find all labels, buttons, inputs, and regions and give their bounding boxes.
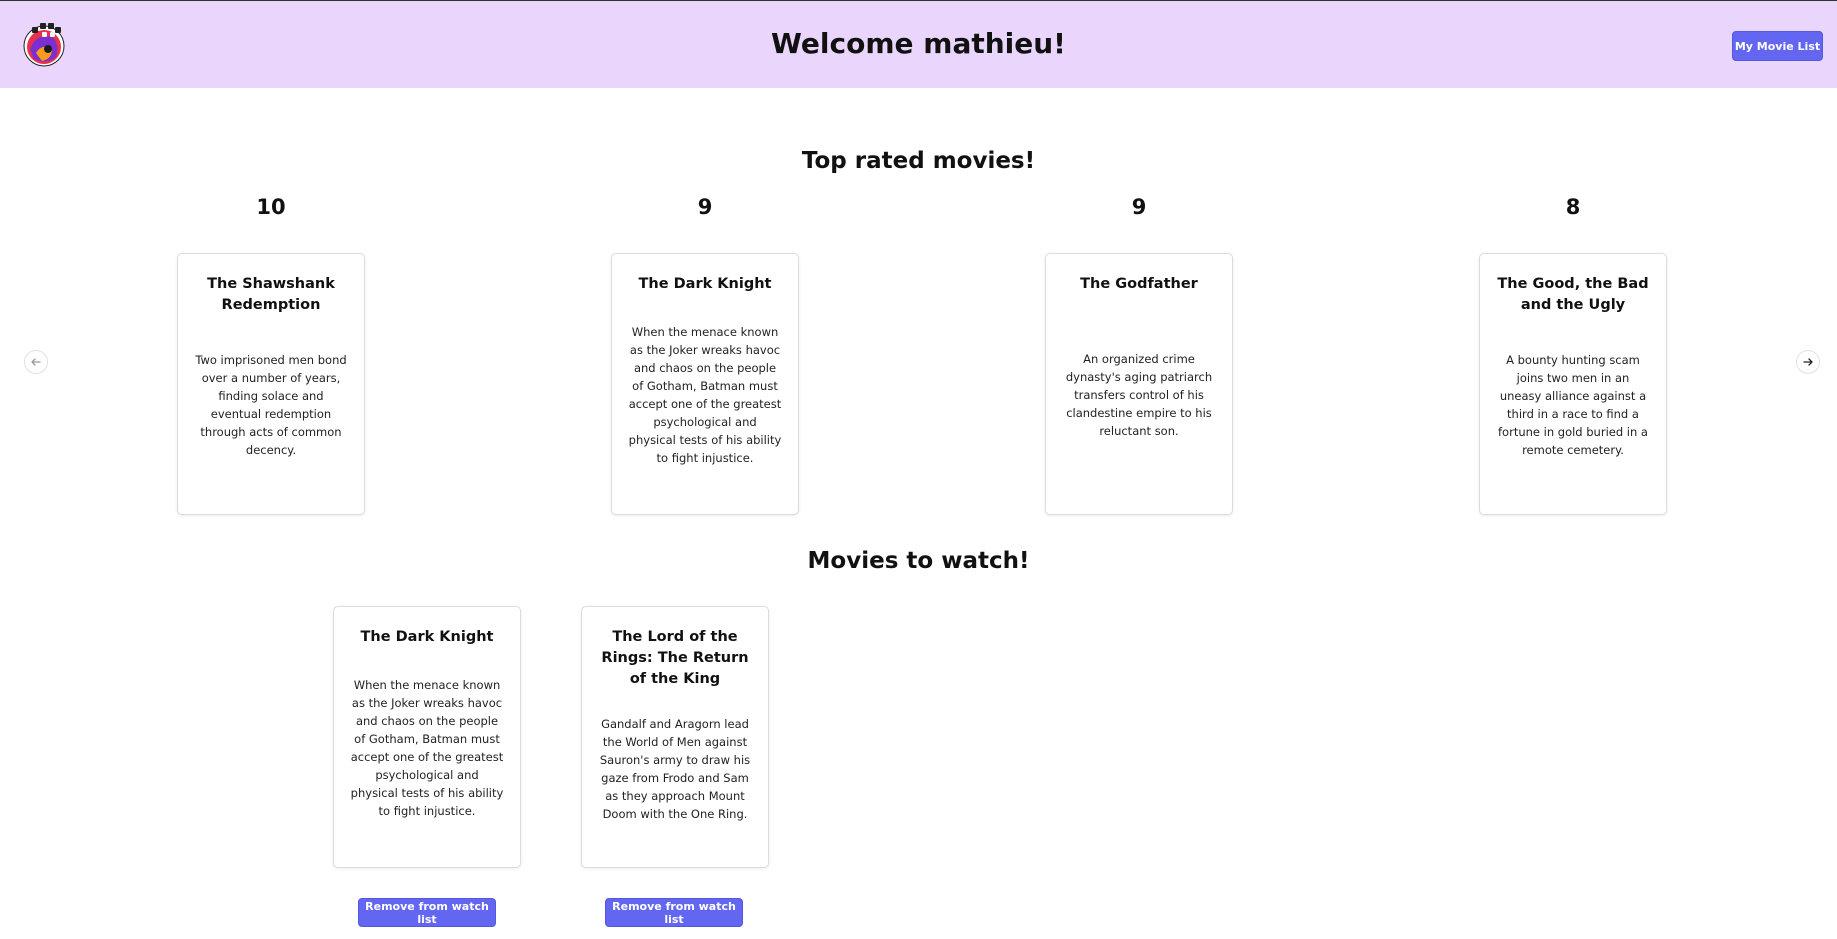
- movie-card[interactable]: The Dark Knight When the menace known as…: [611, 253, 799, 515]
- arrow-right-icon: [1803, 358, 1813, 366]
- movie-title: The Dark Knight: [360, 629, 494, 645]
- movie-title: The Dark Knight: [638, 276, 772, 292]
- movie-rating: 9: [1131, 195, 1147, 219]
- movie-rating: 9: [697, 195, 713, 219]
- remove-from-watch-list-button[interactable]: Remove from watch list: [605, 898, 743, 927]
- top-rated-title: Top rated movies!: [801, 148, 1036, 174]
- movie-description: An organized crime dynasty's aging patri…: [1065, 351, 1213, 438]
- movie-rating: 10: [256, 195, 286, 219]
- watch-list-card[interactable]: The Lord of the Rings: The Return of the…: [581, 606, 769, 868]
- movie-card[interactable]: The Shawshank Redemption Two imprisoned …: [177, 253, 365, 515]
- movie-rating: 8: [1565, 195, 1581, 219]
- movie-description: A bounty hunting scam joins two men in a…: [1498, 353, 1648, 457]
- movie-description: When the menace known as the Joker wreak…: [350, 677, 504, 818]
- remove-from-watch-list-button[interactable]: Remove from watch list: [358, 898, 496, 927]
- movie-title: The Shawshank Redemption: [207, 276, 335, 313]
- carousel-prev-button[interactable]: [24, 350, 48, 374]
- movie-title: The Good, the Bad and the Ugly: [1497, 276, 1649, 313]
- movie-title: The Godfather: [1080, 276, 1198, 292]
- movie-title: The Lord of the Rings: The Return of the…: [601, 629, 749, 687]
- movie-description: Gandalf and Aragorn lead the World of Me…: [599, 716, 751, 821]
- movie-card[interactable]: The Good, the Bad and the Ugly A bounty …: [1479, 253, 1667, 515]
- my-movie-list-button[interactable]: My Movie List: [1732, 31, 1823, 61]
- watch-list-card[interactable]: The Dark Knight When the menace known as…: [333, 606, 521, 868]
- welcome-heading: Welcome mathieu!: [771, 27, 1066, 60]
- movie-description: When the menace known as the Joker wreak…: [628, 324, 782, 465]
- movie-card[interactable]: The Godfather An organized crime dynasty…: [1045, 253, 1233, 515]
- movie-description: Two imprisoned men bond over a number of…: [195, 353, 347, 457]
- arrow-left-icon: [31, 358, 41, 366]
- watch-list-title: Movies to watch!: [807, 548, 1030, 574]
- header: Welcome mathieu! My Movie List: [0, 0, 1837, 88]
- carousel-next-button[interactable]: [1796, 350, 1820, 374]
